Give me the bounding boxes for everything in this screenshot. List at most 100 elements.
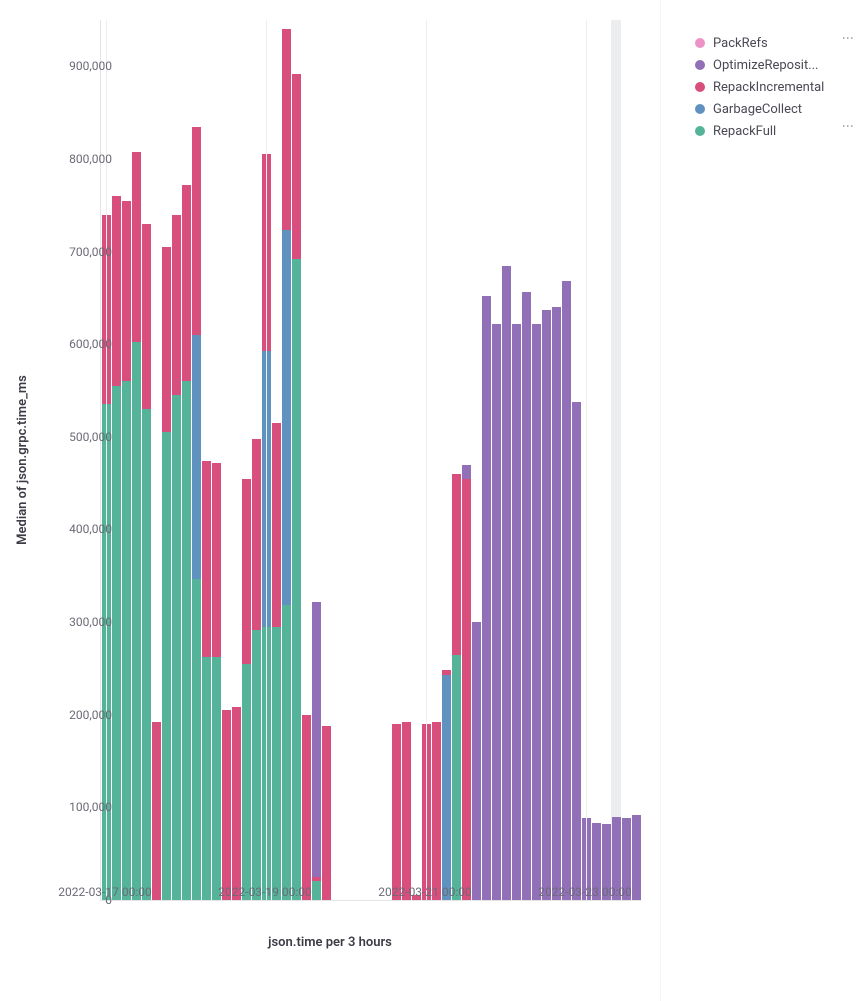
bar-segment-garbagecollect[interactable] (282, 230, 291, 605)
bar-segment-optimizerepository[interactable] (572, 402, 581, 900)
bar-segment-repackincremental[interactable] (142, 224, 151, 409)
bar-segment-repackincremental[interactable] (242, 479, 251, 664)
bar-segment-garbagecollect[interactable] (442, 675, 451, 900)
bar-column[interactable] (222, 710, 231, 900)
bar-column[interactable] (502, 266, 511, 900)
bar-segment-repackincremental[interactable] (402, 722, 411, 900)
bar-segment-repackfull[interactable] (142, 409, 151, 900)
bar-segment-optimizerepository[interactable] (602, 824, 611, 900)
legend-menu-icon[interactable]: ⋮ (841, 32, 855, 43)
bar-segment-repackfull[interactable] (212, 657, 221, 900)
bar-column[interactable] (182, 185, 191, 900)
bar-column[interactable] (162, 247, 171, 900)
bar-segment-repackincremental[interactable] (282, 29, 291, 230)
legend-item[interactable]: RepackIncremental (695, 76, 845, 98)
legend-item[interactable]: OptimizeReposit... (695, 54, 845, 76)
bar-column[interactable] (482, 296, 491, 900)
bar-segment-repackincremental[interactable] (182, 185, 191, 381)
bar-column[interactable] (312, 602, 321, 900)
bar-column[interactable] (232, 707, 241, 900)
bar-segment-optimizerepository[interactable] (472, 622, 481, 900)
legend-item[interactable]: PackRefs (695, 32, 845, 54)
bar-segment-optimizerepository[interactable] (502, 266, 511, 900)
bar-column[interactable] (282, 29, 291, 900)
bar-column[interactable] (392, 724, 401, 900)
bar-column[interactable] (632, 815, 641, 900)
bar-segment-repackincremental[interactable] (112, 196, 121, 386)
bar-segment-repackincremental[interactable] (392, 724, 401, 900)
bar-column[interactable] (542, 310, 551, 900)
bar-segment-optimizerepository[interactable] (512, 324, 521, 900)
bar-segment-repackfull[interactable] (202, 657, 211, 900)
bar-segment-optimizerepository[interactable] (612, 817, 621, 900)
bar-column[interactable] (302, 715, 311, 900)
bar-segment-optimizerepository[interactable] (522, 292, 531, 900)
bar-segment-optimizerepository[interactable] (482, 296, 491, 900)
bar-column[interactable] (522, 292, 531, 900)
bar-column[interactable] (452, 474, 461, 900)
bar-segment-optimizerepository[interactable] (462, 465, 471, 479)
bar-column[interactable] (292, 74, 301, 900)
bar-segment-repackincremental[interactable] (212, 463, 221, 658)
bar-column[interactable] (122, 201, 131, 900)
bar-segment-repackincremental[interactable] (152, 722, 161, 900)
bar-column[interactable] (472, 622, 481, 900)
bar-segment-repackincremental[interactable] (132, 152, 141, 342)
bar-segment-repackfull[interactable] (292, 259, 301, 900)
bar-segment-garbagecollect[interactable] (192, 335, 201, 579)
bar-segment-optimizerepository[interactable] (532, 324, 541, 900)
bar-column[interactable] (532, 324, 541, 900)
bar-column[interactable] (622, 818, 631, 900)
bar-column[interactable] (462, 465, 471, 900)
bar-segment-optimizerepository[interactable] (492, 324, 501, 900)
bar-segment-optimizerepository[interactable] (592, 823, 601, 900)
bar-segment-repackincremental[interactable] (462, 479, 471, 900)
bar-column[interactable] (412, 895, 421, 900)
bar-column[interactable] (252, 439, 261, 900)
bar-segment-repackfull[interactable] (122, 381, 131, 900)
bar-segment-repackincremental[interactable] (272, 423, 281, 627)
bar-segment-repackincremental[interactable] (202, 461, 211, 657)
bar-segment-repackincremental[interactable] (252, 439, 261, 630)
bar-column[interactable] (602, 824, 611, 900)
bar-segment-repackincremental[interactable] (322, 726, 331, 900)
bar-segment-repackfull[interactable] (162, 432, 171, 900)
bar-column[interactable] (552, 307, 561, 900)
bar-column[interactable] (112, 196, 121, 900)
bar-segment-repackfull[interactable] (112, 386, 121, 900)
bar-segment-repackincremental[interactable] (302, 715, 311, 900)
bar-segment-repackincremental[interactable] (292, 74, 301, 259)
bar-column[interactable] (402, 722, 411, 900)
bar-segment-repackfull[interactable] (242, 664, 251, 900)
bar-segment-optimizerepository[interactable] (312, 602, 321, 877)
bar-column[interactable] (442, 670, 451, 900)
bar-column[interactable] (242, 479, 251, 900)
bar-segment-repackfull[interactable] (272, 627, 281, 900)
bar-segment-repackfull[interactable] (192, 579, 201, 900)
bar-segment-repackfull[interactable] (172, 395, 181, 900)
bar-column[interactable] (152, 722, 161, 900)
bar-column[interactable] (612, 817, 621, 900)
bar-column[interactable] (192, 127, 201, 900)
bar-column[interactable] (512, 324, 521, 900)
legend-item[interactable]: GarbageCollect (695, 98, 845, 120)
legend-item[interactable]: RepackFull (695, 120, 845, 142)
bar-segment-repackincremental[interactable] (452, 474, 461, 655)
bar-segment-repackincremental[interactable] (232, 707, 241, 900)
bar-column[interactable] (272, 423, 281, 900)
bar-segment-optimizerepository[interactable] (632, 815, 641, 900)
bar-segment-repackfull[interactable] (312, 881, 321, 900)
bar-column[interactable] (142, 224, 151, 900)
bar-segment-optimizerepository[interactable] (552, 307, 561, 900)
bar-segment-repackfull[interactable] (182, 381, 191, 900)
bar-segment-repackfull[interactable] (252, 630, 261, 900)
bar-segment-repackfull[interactable] (452, 655, 461, 900)
bar-column[interactable] (202, 461, 211, 900)
bar-column[interactable] (432, 722, 441, 900)
bar-column[interactable] (592, 823, 601, 900)
bar-column[interactable] (132, 152, 141, 900)
bar-segment-repackincremental[interactable] (172, 215, 181, 396)
bar-segment-repackincremental[interactable] (162, 247, 171, 432)
bar-segment-repackincremental[interactable] (122, 201, 131, 382)
bar-segment-repackincremental[interactable] (412, 895, 421, 900)
